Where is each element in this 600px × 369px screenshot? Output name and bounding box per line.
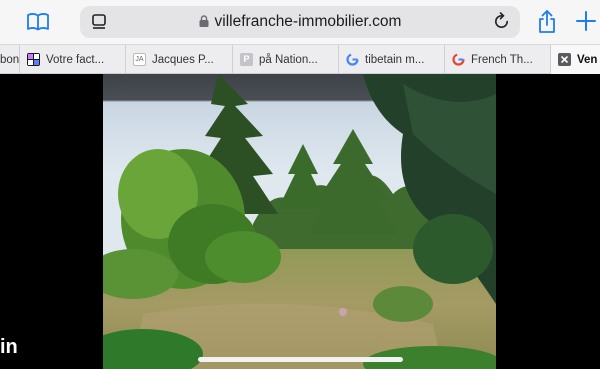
tab-item[interactable]: French Th... xyxy=(445,45,551,74)
tab-label: Votre fact... xyxy=(46,54,105,66)
url-display[interactable]: villefranche-immobilier.com xyxy=(80,13,520,31)
side-text: in xyxy=(0,336,18,358)
reload-icon[interactable] xyxy=(492,12,511,31)
browser-toolbar: villefranche-immobilier.com xyxy=(0,0,600,44)
lock-icon xyxy=(199,14,209,27)
home-indicator[interactable] xyxy=(198,357,403,362)
share-icon[interactable] xyxy=(535,9,559,33)
google-favicon-icon xyxy=(452,53,465,66)
tab-item-active[interactable]: Ven xyxy=(551,45,600,74)
tab-label: bon xyxy=(0,54,20,66)
address-bar[interactable]: villefranche-immobilier.com xyxy=(80,6,520,38)
tab-label: tibetain m... xyxy=(365,54,425,66)
url-text: villefranche-immobilier.com xyxy=(214,13,402,30)
tab-item[interactable]: tibetain m... xyxy=(339,45,445,74)
tab-label: på Nation... xyxy=(259,54,318,66)
tab-item[interactable]: JA Jacques P... xyxy=(126,45,233,74)
book-icon[interactable] xyxy=(26,10,50,34)
plus-icon[interactable] xyxy=(575,10,599,34)
google-favicon-icon xyxy=(346,53,359,66)
tab-label: Jacques P... xyxy=(152,54,214,66)
page-content: in xyxy=(0,74,600,369)
tab-item[interactable]: bon xyxy=(0,45,20,74)
tab-label: Ven xyxy=(577,54,598,66)
grid-favicon-icon xyxy=(27,53,40,66)
tab-label: French Th... xyxy=(471,54,533,66)
tab-item[interactable]: P på Nation... xyxy=(233,45,339,74)
tab-item[interactable]: Votre fact... xyxy=(20,45,126,74)
property-photo[interactable] xyxy=(103,74,496,369)
tab-strip: bon Votre fact... JA Jacques P... P på N… xyxy=(0,44,600,74)
p-favicon-icon: P xyxy=(240,53,253,66)
close-tab-icon[interactable] xyxy=(558,53,571,66)
ja-favicon-icon: JA xyxy=(133,53,146,66)
